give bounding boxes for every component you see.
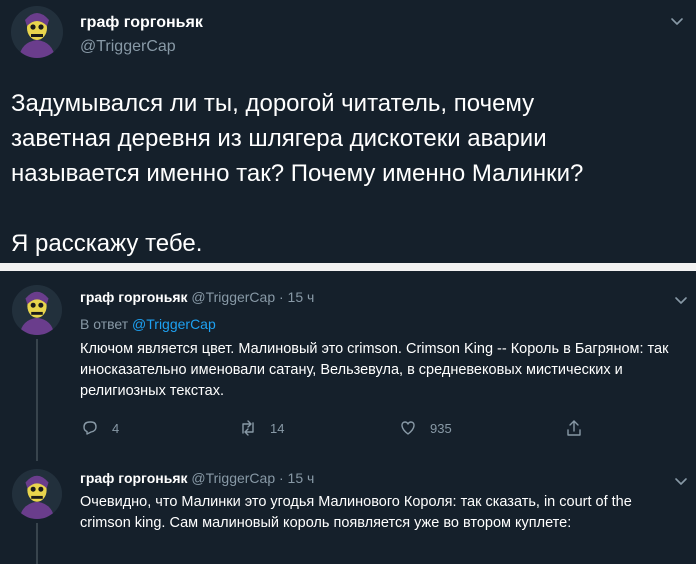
reply-icon [83, 421, 97, 435]
share-action[interactable] [564, 417, 596, 439]
display-name[interactable]: граф горгоньяк [80, 470, 188, 486]
thread-line [36, 339, 38, 461]
main-tweet: граф горгоньяк @TriggerCap Задумывался л… [0, 0, 696, 262]
avatar[interactable] [12, 469, 62, 519]
tweet-screenshot: граф горгоньяк @TriggerCap Задумывался л… [0, 0, 696, 564]
chevron-down-icon[interactable] [674, 293, 688, 307]
chevron-down-icon[interactable] [674, 474, 688, 488]
handle-and-time[interactable]: @TriggerCap · 15 ч [191, 470, 314, 486]
handle-and-time[interactable]: @TriggerCap · 15 ч [191, 289, 314, 305]
skeletor-avatar-icon [11, 6, 63, 58]
share-icon [567, 420, 581, 436]
divider [0, 263, 696, 271]
replying-to: В ответ @TriggerCap [80, 316, 216, 332]
display-name[interactable]: граф горгоньяк [80, 14, 203, 32]
reply-count: 4 [112, 420, 120, 436]
replying-prefix: В ответ [80, 316, 129, 332]
skeletor-avatar-icon [12, 285, 62, 335]
user-handle[interactable]: @TriggerCap [80, 38, 176, 56]
like-count: 935 [430, 420, 452, 436]
heart-icon [401, 421, 415, 435]
tweet-text: Задумывался ли ты, дорогой читатель, поч… [11, 90, 584, 257]
tweet-header: граф горгоньяк @TriggerCap · 15 ч [80, 470, 314, 486]
skeletor-avatar-icon [12, 469, 62, 519]
thread-line [36, 523, 38, 564]
retweet-count: 14 [270, 420, 285, 436]
mention-link[interactable]: @TriggerCap [132, 316, 216, 332]
display-name[interactable]: граф горгоньяк [80, 289, 188, 305]
avatar[interactable] [12, 285, 62, 335]
reply-action[interactable]: 4 [80, 417, 119, 439]
reply-tweet[interactable]: граф горгоньяк @TriggerCap · 15 ч Очевид… [0, 461, 696, 564]
reply-tweet[interactable]: граф горгоньяк @TriggerCap · 15 ч В отве… [0, 271, 696, 461]
like-action[interactable]: 935 [398, 417, 452, 439]
chevron-down-icon[interactable] [670, 14, 684, 28]
retweet-icon [242, 420, 254, 436]
tweet-header: граф горгоньяк @TriggerCap · 15 ч [80, 289, 314, 305]
retweet-action[interactable]: 14 [238, 417, 284, 439]
action-bar: 4 14 935 [80, 417, 600, 439]
avatar[interactable] [11, 6, 63, 58]
tweet-text: Ключом является цвет. Малиновый это crim… [80, 341, 669, 399]
tweet-text: Очевидно, что Малинки это угодья Малинов… [80, 494, 632, 531]
